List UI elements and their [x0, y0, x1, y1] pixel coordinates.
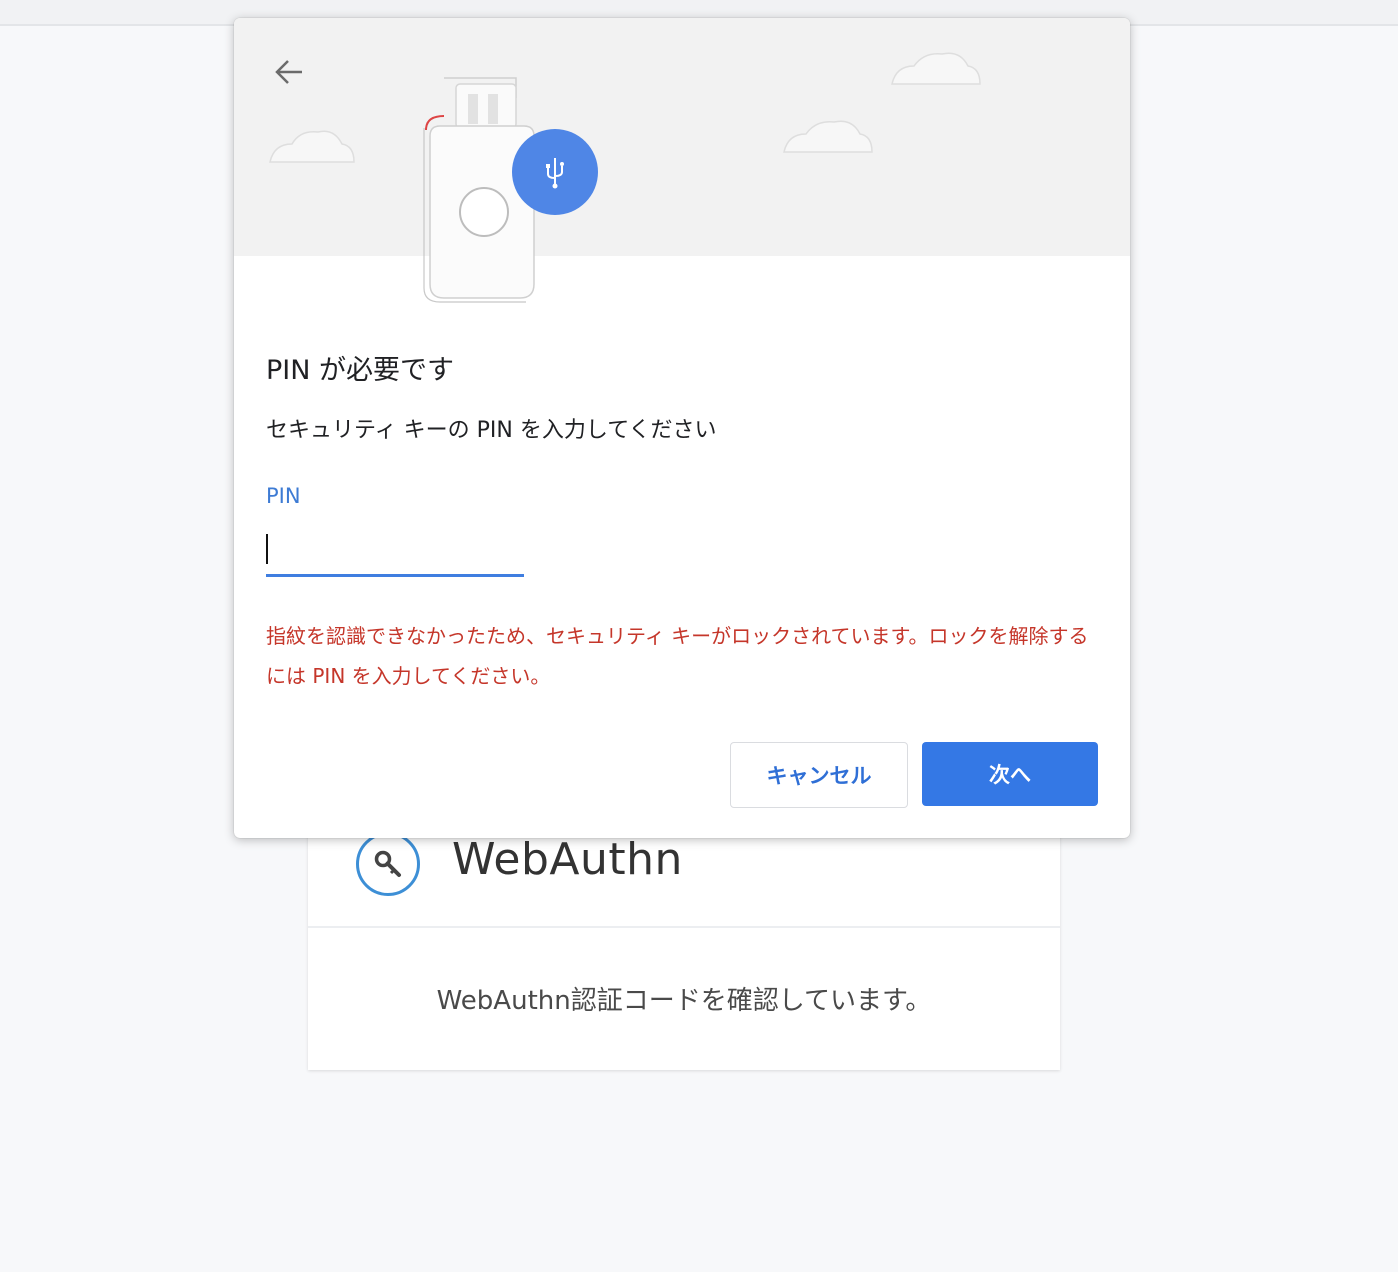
dialog-title: PIN が必要です: [266, 355, 455, 386]
text-caret: [266, 534, 268, 564]
webauthn-status-text: WebAuthn認証コードを確認しています。: [436, 986, 932, 1016]
back-arrow-icon[interactable]: [270, 52, 310, 92]
pin-field-label: PIN: [266, 484, 301, 508]
key-icon: [356, 832, 420, 896]
usb-icon: [512, 129, 598, 215]
pin-required-dialog: PIN が必要です セキュリティ キーの PIN を入力してください PIN 指…: [234, 18, 1130, 838]
cloud-icon: [269, 52, 981, 163]
cancel-button[interactable]: キャンセル: [730, 742, 908, 808]
security-key-illustration: [234, 18, 1130, 303]
webauthn-card: WebAuthn WebAuthn認証コードを確認しています。: [308, 800, 1060, 1070]
error-message: 指紋を認識できなかったため、セキュリティ キーがロックされています。ロックを解除…: [266, 624, 1089, 688]
next-button[interactable]: 次へ: [922, 742, 1098, 806]
pin-input[interactable]: [266, 524, 524, 577]
dialog-description: セキュリティ キーの PIN を入力してください: [266, 418, 717, 443]
webauthn-title: WebAuthn: [452, 834, 683, 885]
